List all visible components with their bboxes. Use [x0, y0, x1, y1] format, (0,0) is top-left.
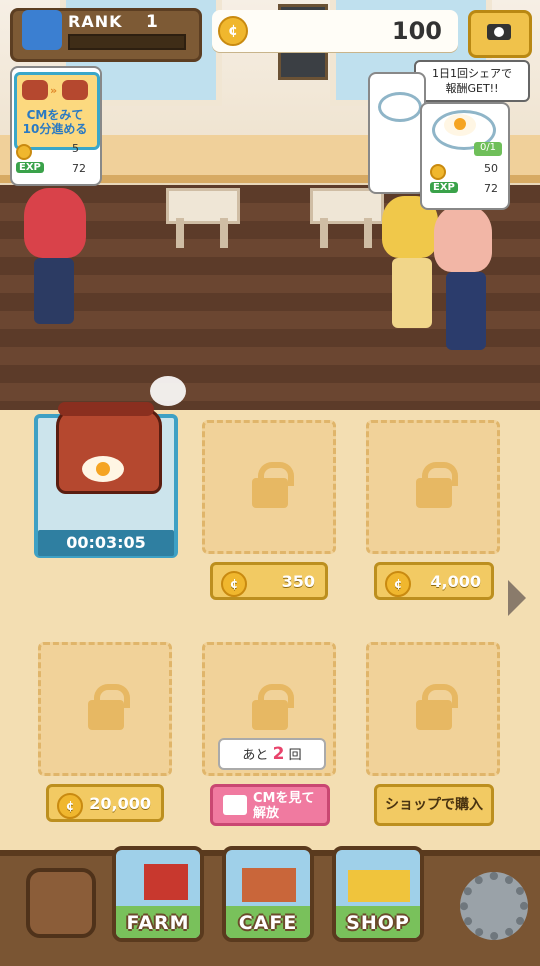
share-reward-bubble: 1日1回シェアで 報酬GET!! — [414, 60, 530, 102]
exp-label: EXP — [16, 162, 44, 173]
nav-farm-label: FARM — [126, 912, 190, 934]
remain-prefix: あと — [242, 748, 269, 763]
nav-cafe-label: CAFE — [238, 912, 298, 934]
remain-suffix: 回 — [288, 748, 302, 763]
unlock-price: 4,000 — [430, 572, 481, 591]
rank-value: 1 — [146, 12, 158, 32]
coin-counter: ¢ 100 — [212, 10, 458, 52]
coin-icon — [430, 164, 446, 180]
unlock-price: 350 — [281, 572, 315, 591]
customer-bald[interactable] — [434, 206, 492, 272]
nav-cafe-button[interactable]: CAFE — [222, 846, 314, 942]
unlock-price-button[interactable]: ¢ 20,000 — [46, 784, 164, 822]
coin-icon: ¢ — [385, 571, 411, 597]
cafe-building-icon — [242, 868, 296, 902]
unlock-price: 20,000 — [89, 794, 151, 813]
nav-shop-button[interactable]: SHOP — [332, 846, 424, 942]
coin-icon: ¢ — [57, 793, 83, 819]
steam-icon — [150, 376, 186, 406]
order-progress: 0/1 — [474, 142, 502, 156]
settings-gear-icon[interactable] — [460, 872, 528, 940]
remain-count: 2 — [272, 744, 285, 764]
order-card-back[interactable] — [368, 72, 426, 194]
tv-icon — [223, 795, 247, 815]
unlock-price-button[interactable]: ¢ 350 — [210, 562, 328, 600]
pot-icon — [62, 80, 88, 100]
rank-label: RANK — [68, 12, 123, 31]
order-price: 50 — [484, 162, 498, 175]
player-avatar[interactable] — [22, 10, 62, 50]
fast-forward-icon: » — [50, 84, 58, 97]
watch-cm-unlock-button[interactable]: CMを見て 解放 — [210, 784, 330, 826]
backpack-icon[interactable] — [26, 868, 96, 938]
unlock-price-button[interactable]: ¢ 4,000 — [374, 562, 494, 600]
cooking-timer: 00:03:05 — [38, 530, 174, 556]
remaining-ads-badge: あと 2 回 — [218, 738, 326, 770]
exp-value: 72 — [72, 162, 86, 175]
rank-progress-bar — [68, 34, 186, 50]
coin-icon — [16, 144, 32, 160]
watch-cm-unlock-label: CMを見て 解放 — [253, 791, 315, 821]
exp-label: EXP — [430, 182, 458, 193]
nav-farm-button[interactable]: FARM — [112, 846, 204, 942]
coin-icon: ¢ — [218, 16, 248, 46]
pot-icon — [22, 80, 48, 100]
food-truck-icon — [348, 870, 410, 902]
exp-value: 72 — [484, 182, 498, 195]
coin-amount: 100 — [391, 17, 442, 45]
ad-speedup-text: CMをみて 10分進める — [22, 108, 88, 136]
next-page-arrow-icon[interactable] — [508, 580, 526, 616]
fried-egg-dish-icon — [378, 92, 422, 122]
coin-icon: ¢ — [221, 571, 247, 597]
order-price: 5 — [72, 142, 79, 155]
buy-in-shop-button[interactable]: ショップで購入 — [374, 784, 494, 826]
nav-shop-label: SHOP — [346, 912, 410, 934]
barn-icon — [144, 864, 188, 900]
customer-redhead[interactable] — [24, 188, 86, 258]
camera-share-button[interactable] — [468, 10, 532, 58]
